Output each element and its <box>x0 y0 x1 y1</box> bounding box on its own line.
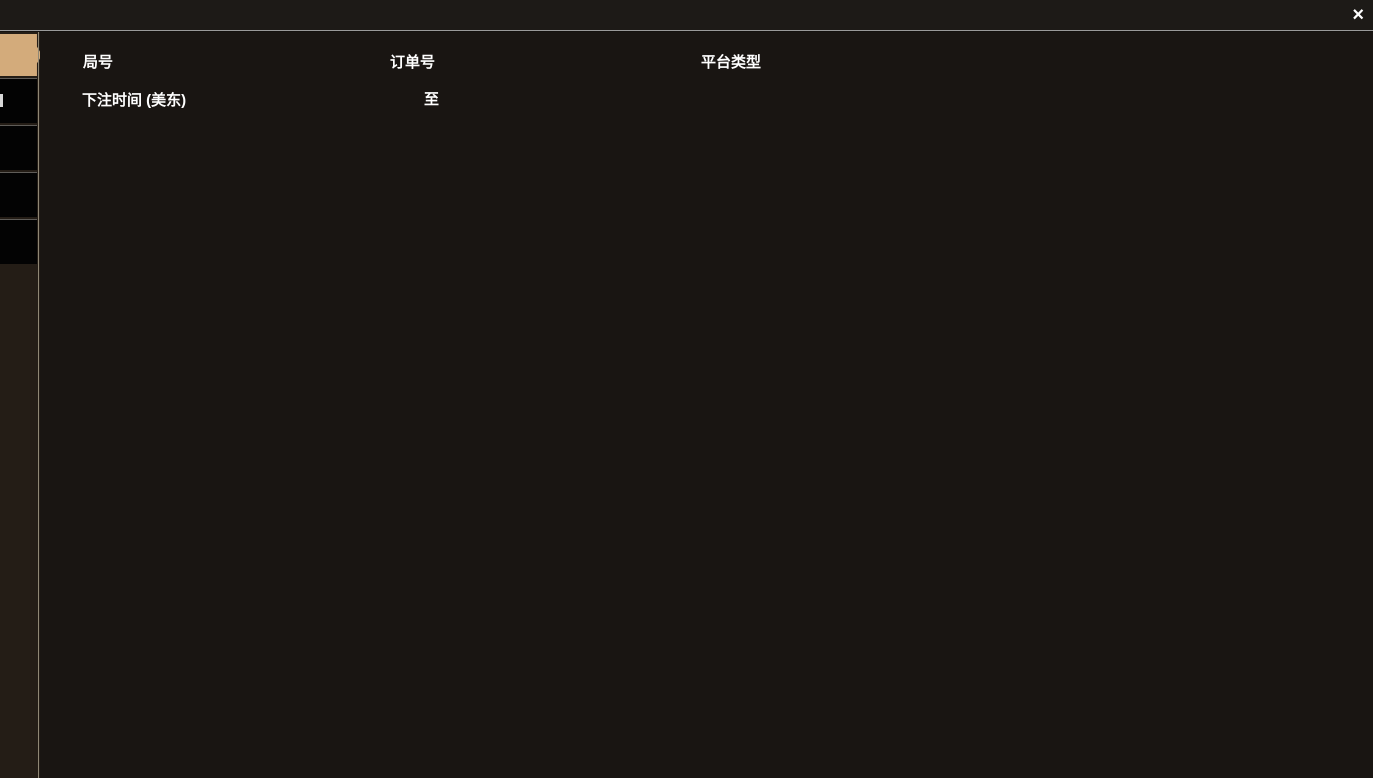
bet-record-dialog <box>40 32 1373 778</box>
round-no-label: 局号 <box>83 51 113 72</box>
betting-history-screen: × 局号 订单号 平台类型 1.全部 下注时间 (美东) 2026/01/06 … <box>0 0 1373 778</box>
platform-type-label: 平台类型 <box>701 51 761 72</box>
sidebar-selected-item[interactable] <box>0 34 42 76</box>
bet-time-label: 下注时间 (美东) <box>82 89 186 110</box>
sidebar-item[interactable] <box>0 78 37 123</box>
sidebar-item-glyph-fragment <box>0 94 3 107</box>
sidebar-item[interactable] <box>0 219 37 264</box>
sidebar-item[interactable] <box>0 125 37 170</box>
sidebar-item[interactable] <box>0 172 37 217</box>
dialog-left-divider <box>38 32 39 778</box>
close-icon[interactable]: × <box>1352 2 1364 28</box>
dialog-titlebar: × <box>0 0 1373 31</box>
sidebar-strip <box>0 32 40 778</box>
date-to-separator: 至 <box>424 88 439 109</box>
order-no-label: 订单号 <box>390 51 435 72</box>
